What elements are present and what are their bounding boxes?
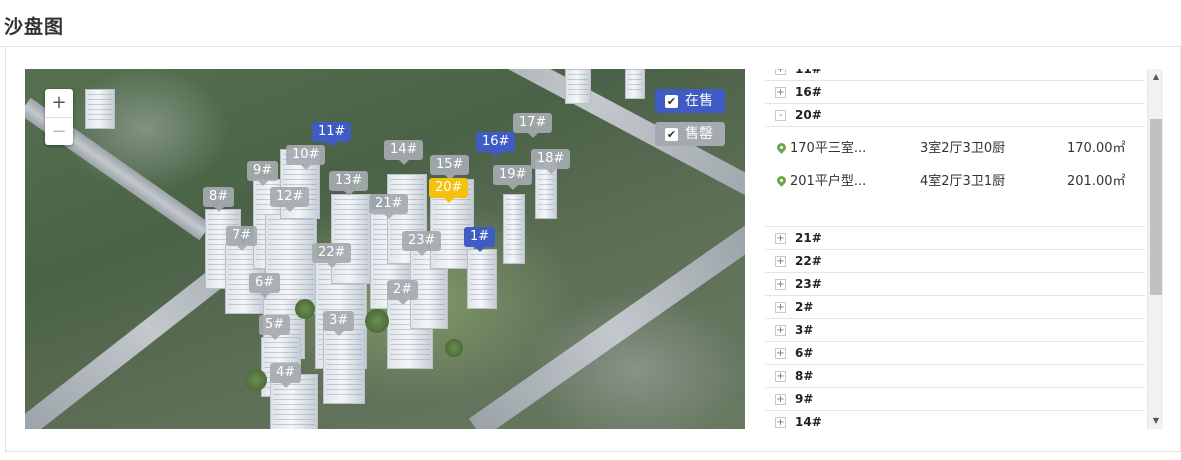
unit-layout: 4室2厅3卫1厨 — [920, 174, 1006, 189]
building-row-6[interactable]: + 6# — [765, 342, 1145, 365]
expand-icon[interactable]: + — [775, 417, 786, 428]
expand-icon[interactable]: + — [775, 69, 786, 75]
building-tag-3[interactable]: 3# — [323, 311, 355, 336]
page-title: 沙盘图 — [4, 16, 65, 38]
building-row-label: 14# — [795, 415, 822, 429]
building-tag-11[interactable]: 11# — [312, 122, 352, 147]
building-tag-12[interactable]: 12# — [270, 187, 310, 212]
scroll-up-arrow-icon[interactable]: ▲ — [1148, 69, 1163, 85]
building-tag-20[interactable]: 20# — [429, 178, 469, 203]
legend-sold-out-toggle[interactable]: ✔ 售罄 — [655, 122, 725, 146]
building-tag-21[interactable]: 21# — [369, 194, 409, 219]
building-row-16[interactable]: + 16# — [765, 81, 1145, 104]
unit-layout: 3室2厅3卫0厨 — [920, 141, 1006, 156]
building-tag-22[interactable]: 22# — [312, 243, 352, 268]
unit-area: 201.00㎡ — [1067, 174, 1126, 189]
legend-on-sale-toggle[interactable]: ✔ 在售 — [655, 89, 725, 113]
tower — [331, 194, 371, 284]
location-pin-icon — [775, 174, 788, 187]
location-pin-icon — [775, 141, 788, 154]
building-tag-14[interactable]: 14# — [384, 140, 424, 165]
building-row-label: 11# — [795, 69, 822, 76]
tower — [625, 69, 645, 99]
building-row-label: 2# — [795, 300, 814, 314]
building-tag-5[interactable]: 5# — [259, 315, 291, 340]
tree — [295, 299, 315, 319]
expand-icon[interactable]: + — [775, 394, 786, 405]
zoom-out-button[interactable]: − — [45, 117, 73, 145]
tower — [565, 69, 591, 104]
building-tag-10[interactable]: 10# — [286, 145, 326, 170]
building-tag-8[interactable]: 8# — [203, 187, 235, 212]
building-row-label: 8# — [795, 369, 814, 383]
tower — [323, 329, 365, 404]
building-row-label: 6# — [795, 346, 814, 360]
unit-row[interactable]: 170平三室... 3室2厅3卫0厨 170.00㎡ — [765, 137, 1145, 161]
expand-icon[interactable]: + — [775, 325, 786, 336]
unit-area: 170.00㎡ — [1067, 141, 1126, 156]
expand-icon[interactable]: + — [775, 302, 786, 313]
tower — [467, 249, 497, 309]
building-row-2[interactable]: + 2# — [765, 296, 1145, 319]
building-tag-16[interactable]: 16# — [476, 132, 516, 157]
building-row-8[interactable]: + 8# — [765, 365, 1145, 388]
building-row-14[interactable]: + 14# — [765, 411, 1145, 429]
building-row-21[interactable]: + 21# — [765, 227, 1145, 250]
checkbox-icon: ✔ — [665, 128, 678, 141]
building-tag-2[interactable]: 2# — [387, 280, 419, 305]
building-row-11[interactable]: + 11# — [765, 69, 1145, 81]
tree — [445, 339, 463, 357]
expand-icon[interactable]: + — [775, 256, 786, 267]
legend-label: 售罄 — [685, 126, 713, 142]
zoom-in-button[interactable]: + — [45, 89, 73, 117]
unit-row[interactable]: 201平户型... 4室2厅3卫1厨 201.00㎡ — [765, 170, 1145, 194]
building-row-label: 23# — [795, 277, 822, 291]
unit-name: 201平户型... — [790, 174, 867, 189]
building-tag-7[interactable]: 7# — [226, 226, 258, 251]
expand-icon[interactable]: + — [775, 348, 786, 359]
building-row-23[interactable]: + 23# — [765, 273, 1145, 296]
tree — [365, 309, 389, 333]
building-row-22[interactable]: + 22# — [765, 250, 1145, 273]
list-scrollbar[interactable]: ▲ ▼ — [1147, 69, 1163, 429]
building-tag-13[interactable]: 13# — [329, 171, 369, 196]
building-tag-6[interactable]: 6# — [249, 273, 281, 298]
unit-name: 170平三室... — [790, 141, 867, 156]
building-list[interactable]: + 11# + 16# - 20# 170平三室... 3室2厅3卫0厨 170… — [765, 69, 1163, 429]
expand-icon[interactable]: + — [775, 233, 786, 244]
building-tag-19[interactable]: 19# — [493, 165, 533, 190]
sandtable-map[interactable]: + − ✔ 在售 ✔ 售罄 11# 10# 9# 14# 15# 16# 17#… — [25, 69, 745, 429]
building-row-9[interactable]: + 9# — [765, 388, 1145, 411]
building-tag-4[interactable]: 4# — [270, 363, 302, 388]
collapse-icon[interactable]: - — [775, 110, 786, 121]
building-row-label: 16# — [795, 85, 822, 99]
building-row-3[interactable]: + 3# — [765, 319, 1145, 342]
building-tag-17[interactable]: 17# — [513, 113, 553, 138]
scrollbar-thumb[interactable] — [1150, 119, 1162, 295]
building-tag-1[interactable]: 1# — [464, 227, 496, 252]
building-tag-15[interactable]: 15# — [430, 155, 470, 180]
scroll-down-arrow-icon[interactable]: ▼ — [1148, 413, 1163, 429]
building-tag-9[interactable]: 9# — [247, 161, 279, 186]
building-row-label: 3# — [795, 323, 814, 337]
tower — [85, 89, 115, 129]
tower — [503, 194, 525, 264]
building-20-units: 170平三室... 3室2厅3卫0厨 170.00㎡ 201平户型... 4室2… — [765, 127, 1145, 227]
expand-icon[interactable]: + — [775, 371, 786, 382]
building-tag-23[interactable]: 23# — [402, 231, 442, 256]
building-tag-18[interactable]: 18# — [531, 149, 571, 174]
building-row-label: 9# — [795, 392, 814, 406]
checkbox-icon: ✔ — [665, 95, 678, 108]
building-row-label: 22# — [795, 254, 822, 268]
map-zoom-control: + − — [45, 89, 73, 145]
expand-icon[interactable]: + — [775, 279, 786, 290]
building-row-label: 21# — [795, 231, 822, 245]
legend-label: 在售 — [685, 93, 713, 109]
expand-icon[interactable]: + — [775, 87, 786, 98]
tree — [245, 369, 267, 391]
building-row-20[interactable]: - 20# — [765, 104, 1145, 127]
building-row-label: 20# — [795, 108, 822, 122]
